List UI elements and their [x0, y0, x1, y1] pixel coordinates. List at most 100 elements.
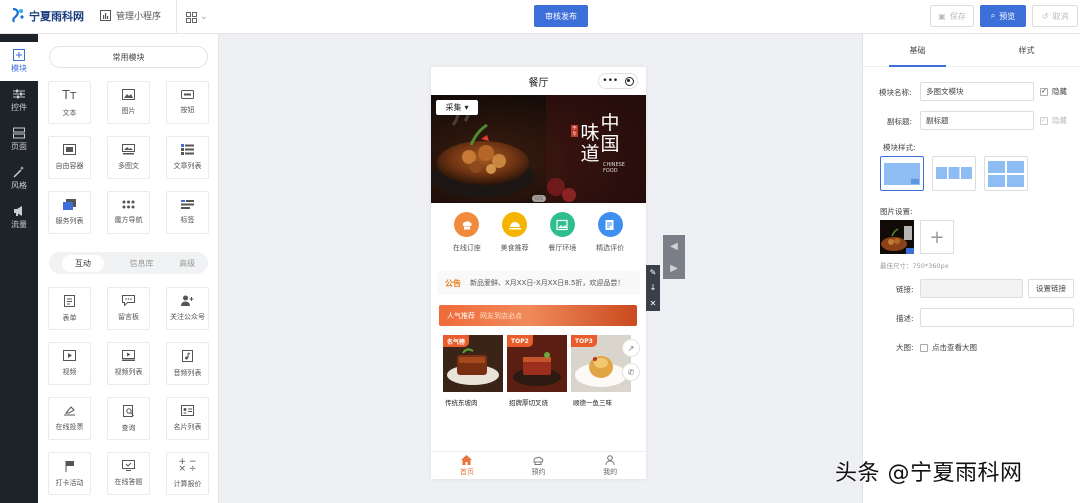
save-button[interactable]: ▣ 保存 — [930, 5, 974, 27]
preview-button[interactable]: ⌕ 预览 — [980, 5, 1026, 27]
module-video-list[interactable]: 视频列表 — [107, 342, 150, 385]
layout-triple-icon — [936, 166, 972, 179]
capsule-menu[interactable]: ••• — [598, 73, 638, 89]
module-message-board[interactable]: 留言板 — [107, 287, 150, 330]
cancel-label: 取消 — [1052, 11, 1069, 21]
nav-reviews[interactable]: 精选评价 — [596, 212, 624, 253]
move-down-icon[interactable]: ▶ — [670, 263, 678, 274]
id-card-icon — [181, 405, 194, 416]
close-icon[interactable]: ✕ — [650, 299, 657, 308]
nav-label: 美食推荐 — [500, 244, 529, 252]
share-icon[interactable]: ↗ — [622, 339, 640, 357]
dish-card[interactable]: TOP2 招牌厚切叉烧 — [507, 335, 567, 407]
module-button[interactable]: 按钮 — [166, 81, 209, 124]
banner-module[interactable]: 采集 ▾ 中国 味道 中华 CHINESE FOOD 0/1 — [431, 95, 646, 203]
subtitle-input[interactable]: 副标题 — [920, 111, 1034, 130]
module-card-list[interactable]: 名片列表 — [166, 397, 209, 440]
logo[interactable]: 宁夏雨科网 — [10, 7, 84, 25]
dish-name: 传统东坡肉 — [445, 399, 478, 407]
arrow-down-icon[interactable]: ↓ — [650, 283, 657, 292]
nav-environment[interactable]: 餐厅环境 — [548, 212, 576, 253]
rail-item-traffic[interactable]: 流量 — [0, 198, 38, 237]
module-service-list[interactable]: 服务列表 — [48, 191, 91, 234]
tab-home[interactable]: 首页 — [460, 454, 474, 477]
module-form[interactable]: 表单 — [48, 287, 91, 330]
style-option-triple[interactable] — [932, 156, 976, 191]
magic-wand-icon — [13, 166, 24, 178]
banner-sub: CHINESE FOOD — [603, 162, 625, 174]
desc-input[interactable] — [920, 308, 1074, 327]
banner-sub-line-2: FOOD — [603, 168, 618, 174]
nav-online-booking[interactable]: 在线订座 — [453, 212, 481, 253]
calculator-icon: + − × ÷ — [178, 456, 197, 474]
module-label: 图片 — [121, 107, 136, 115]
module-free-container[interactable]: 自由容器 — [48, 136, 91, 179]
module-online-quiz[interactable]: 在线答题 — [107, 452, 150, 495]
rail-label: 模块 — [11, 64, 27, 73]
phone-title: 餐厅 — [528, 77, 549, 89]
cancel-button[interactable]: ↺ 取消 — [1032, 5, 1078, 27]
module-label: 标签 — [180, 216, 195, 224]
module-multi-image-text[interactable]: 多图文 — [107, 136, 150, 179]
module-image[interactable]: 图片 — [107, 81, 150, 124]
module-audio-list[interactable]: 音频列表 — [166, 342, 209, 385]
tab-style[interactable]: 样式 — [972, 34, 1080, 66]
publish-button[interactable]: 审核发布 — [534, 5, 588, 27]
module-video[interactable]: 视频 — [48, 342, 91, 385]
checkbox-empty-icon — [920, 343, 928, 352]
tab-basic[interactable]: 基础 — [863, 34, 972, 67]
module-name-input[interactable]: 多图文模块 — [920, 82, 1034, 101]
module-follow-account[interactable]: 关注公众号 — [166, 287, 209, 330]
image-settings-label: 图片设置: — [880, 207, 913, 216]
set-link-button[interactable]: 设置链接 — [1028, 279, 1074, 298]
style-option-grid[interactable] — [984, 156, 1028, 191]
bar-chart-icon — [100, 10, 111, 21]
tab-reserve[interactable]: 预约 — [531, 455, 545, 477]
phone-call-icon[interactable]: ✆ — [622, 363, 640, 381]
module-query[interactable]: 查询 — [107, 397, 150, 440]
caret-down-icon: ▾ — [464, 103, 469, 112]
rail-item-pages[interactable]: 页面 — [0, 120, 38, 159]
hide-name-checkbox[interactable]: ✓ 隐藏 — [1040, 86, 1067, 97]
dish-badge: TOP3 — [571, 335, 597, 347]
module-label: 计算报价 — [173, 479, 202, 488]
notice-bar[interactable]: 公告 新品爱鲜、X月XX日-X月XX日8.5折，欢迎品尝！ — [437, 271, 640, 295]
gallery-icon — [122, 144, 135, 155]
module-cube-nav[interactable]: 魔方导航 — [107, 191, 150, 234]
logo-text: 宁夏雨科网 — [29, 10, 84, 23]
module-checkin[interactable]: 打卡活动 — [48, 452, 91, 495]
tab-mine[interactable]: 我的 — [603, 454, 617, 477]
collect-dropdown[interactable]: 采集 ▾ — [436, 100, 478, 115]
save-icon: ▣ — [938, 11, 946, 21]
module-online-vote[interactable]: 在线投票 — [48, 397, 91, 440]
hide-subtitle-checkbox[interactable]: ✓ 隐藏 — [1040, 115, 1067, 126]
module-panel: 常用模块 Tт 文本 图片 按钮 自由容器 多图文 文章列表 服务列表 魔方导航 … — [38, 34, 219, 503]
dish-card[interactable]: 名气榜 传统东坡肉 — [443, 335, 503, 407]
apps-dropdown[interactable]: ⌄ — [176, 0, 208, 34]
style-option-single[interactable] — [880, 156, 924, 191]
link-input[interactable] — [920, 279, 1023, 298]
manage-miniprogram-link[interactable]: 管理小程序 — [100, 9, 161, 22]
rail-item-modules[interactable]: 模块 — [0, 42, 38, 81]
nav-food-recommend[interactable]: 美食推荐 — [501, 212, 529, 253]
tab-info-library[interactable]: 信息库 — [129, 258, 153, 269]
tab-interactive[interactable]: 互动 — [61, 254, 104, 272]
rail-item-controls[interactable]: 控件 — [0, 81, 38, 120]
module-article-list[interactable]: 文章列表 — [166, 136, 209, 179]
hide-label: 隐藏 — [1052, 116, 1067, 125]
move-up-icon[interactable]: ◀ — [670, 241, 678, 252]
tab-advanced[interactable]: 高级 — [179, 258, 195, 269]
user-icon — [605, 454, 615, 465]
module-quote-calc[interactable]: + − × ÷ 计算报价 — [166, 452, 209, 495]
notice-tag: 公告 — [445, 277, 461, 288]
image-thumbnail[interactable] — [880, 220, 914, 254]
big-image-checkbox[interactable]: 点击查看大图 — [920, 342, 977, 353]
rail-item-style[interactable]: 风格 — [0, 159, 38, 198]
edit-icon[interactable]: ✎ — [650, 268, 657, 277]
add-image-button[interactable]: + — [920, 220, 954, 254]
nav-label: 在线订座 — [452, 244, 481, 252]
module-text[interactable]: Tт 文本 — [48, 81, 91, 124]
module-tabs[interactable]: 标签 — [166, 191, 209, 234]
big-image-check-label: 点击查看大图 — [932, 343, 977, 352]
service-icon — [63, 199, 76, 210]
